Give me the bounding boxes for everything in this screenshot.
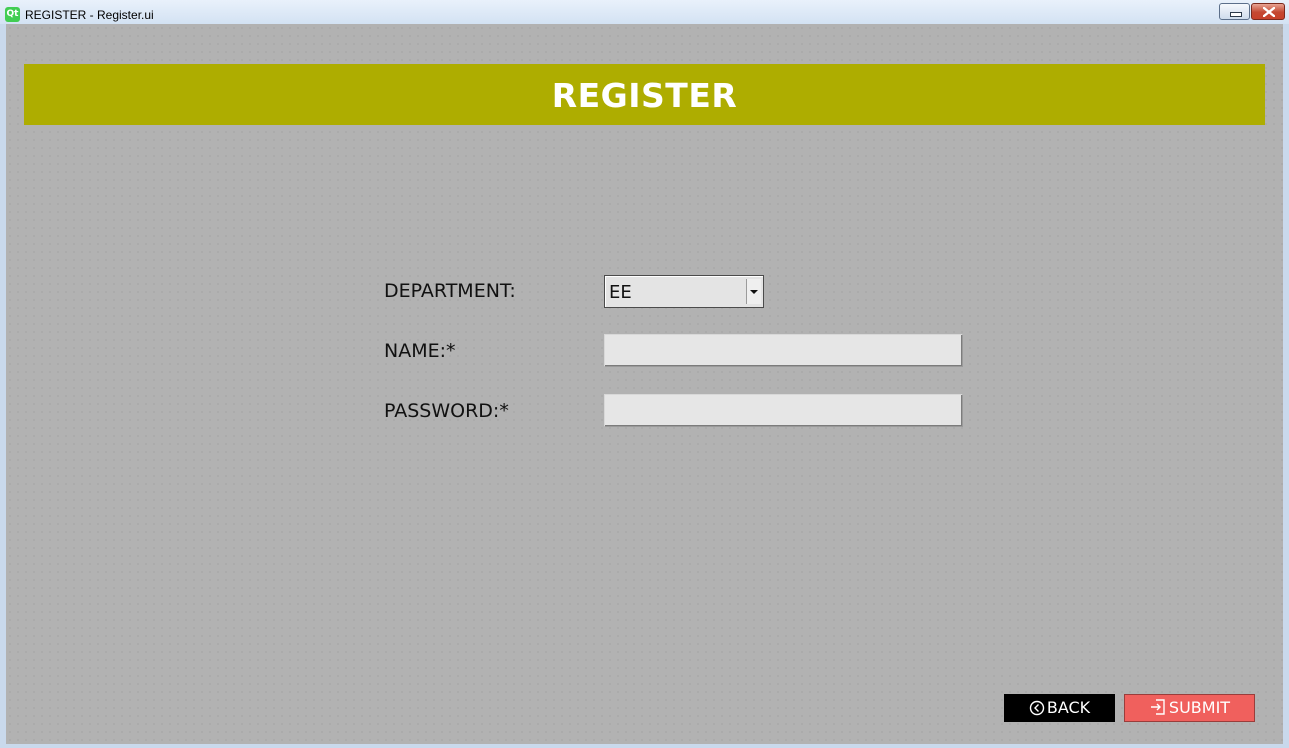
- department-selected-value: EE: [609, 282, 632, 303]
- dropdown-arrow-icon[interactable]: [746, 279, 761, 304]
- password-label: PASSWORD:*: [384, 400, 509, 422]
- minimize-button[interactable]: [1219, 3, 1250, 20]
- back-button[interactable]: BACK: [1004, 694, 1115, 722]
- password-input[interactable]: [604, 394, 963, 427]
- window-title: REGISTER - Register.ui: [25, 8, 154, 22]
- login-arrow-icon: [1150, 699, 1165, 715]
- department-label: DEPARTMENT:: [384, 280, 516, 302]
- department-select[interactable]: EE: [604, 275, 764, 308]
- circle-chevron-left-icon: [1029, 700, 1045, 716]
- page-title: REGISTER: [551, 76, 738, 115]
- submit-button[interactable]: SUBMIT: [1124, 694, 1255, 722]
- close-button[interactable]: [1251, 3, 1285, 20]
- page-header: REGISTER: [24, 64, 1265, 125]
- qt-app-icon: Qt: [5, 7, 20, 22]
- close-icon: [1263, 7, 1275, 17]
- submit-button-label: SUBMIT: [1168, 698, 1231, 717]
- window-titlebar[interactable]: Qt REGISTER - Register.ui: [0, 0, 1289, 24]
- name-input[interactable]: [604, 334, 963, 367]
- main-window-body: REGISTER DEPARTMENT: EE NAME:* PASSWORD:…: [6, 24, 1283, 744]
- back-button-label: BACK: [1046, 698, 1091, 717]
- name-label: NAME:*: [384, 340, 456, 362]
